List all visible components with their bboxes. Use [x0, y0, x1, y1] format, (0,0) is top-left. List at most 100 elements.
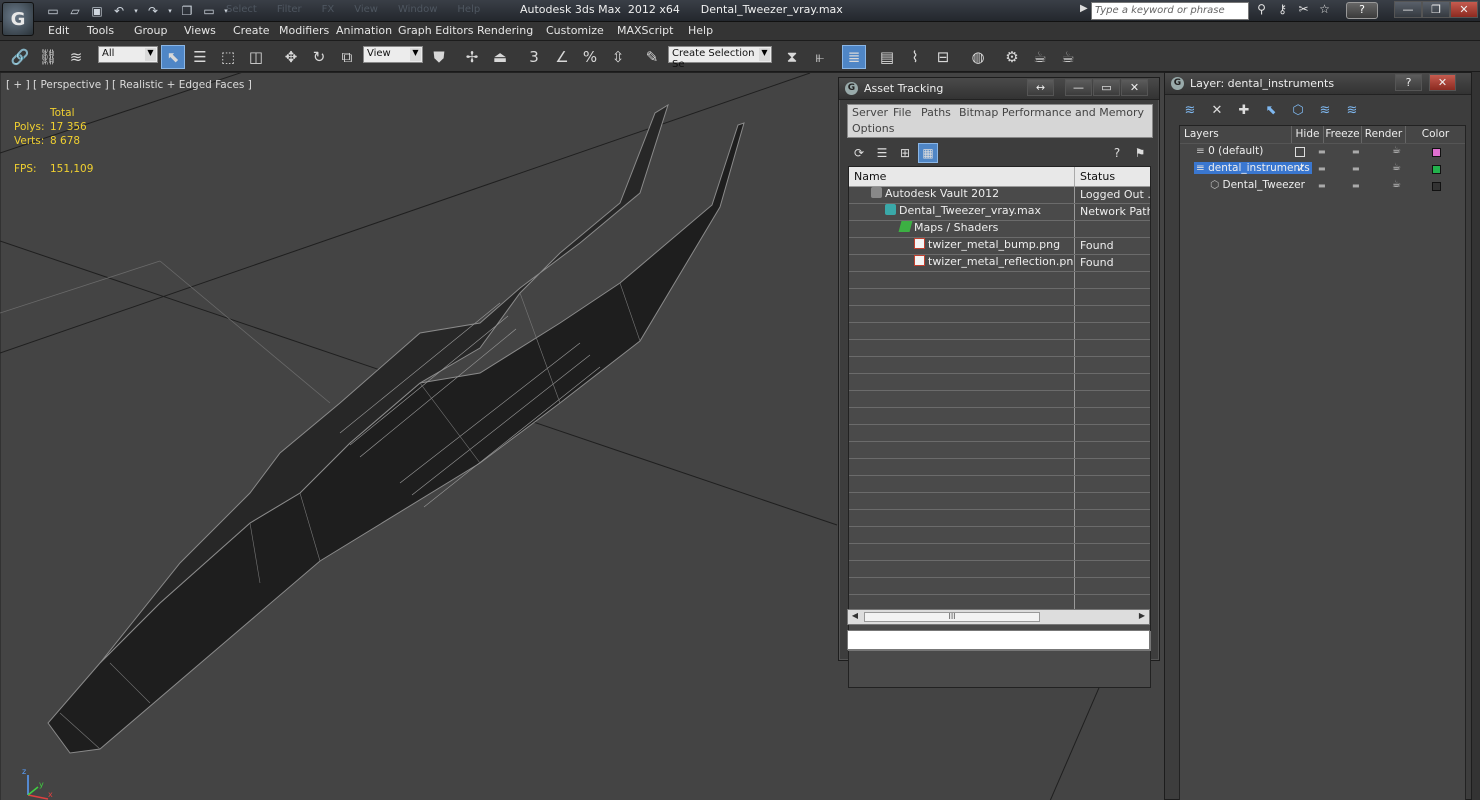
highlight-selected-icon[interactable]: ⬡ [1287, 99, 1309, 121]
material-editor-icon[interactable]: ◍ [966, 45, 990, 69]
pivot-center-icon[interactable]: ⛊ [427, 45, 451, 69]
column-header-color[interactable]: Color [1406, 126, 1465, 143]
column-header-name[interactable]: Name [849, 167, 1075, 186]
menu-tools[interactable]: Tools [87, 24, 114, 37]
rendered-frame-window-icon[interactable]: ☕ [1028, 45, 1052, 69]
freeze-toggle-icon[interactable]: ▬ [1352, 164, 1360, 173]
asset-path-field-bottom[interactable] [847, 630, 1150, 650]
table-row[interactable]: twizer_metal_bump.png Found [849, 238, 1150, 255]
column-header-layers[interactable]: Layers [1180, 126, 1292, 143]
hide-toggle-icon[interactable]: ▬ [1318, 181, 1326, 190]
table-row[interactable]: Autodesk Vault 2012 Logged Out ... [849, 187, 1150, 204]
column-header-status[interactable]: Status [1075, 167, 1150, 186]
reference-coordinate-dropdown[interactable]: View ▼ [363, 46, 423, 63]
open-icon[interactable]: ▱ [66, 2, 84, 20]
layer-color-swatch[interactable] [1432, 182, 1441, 191]
redo-icon[interactable]: ↷ [144, 2, 162, 20]
create-layer-icon[interactable]: ≋ [1179, 99, 1201, 121]
menu-file[interactable]: File [893, 106, 911, 119]
close-icon[interactable]: ✕ [1121, 79, 1148, 96]
bind-space-warp-icon[interactable]: ≋ [64, 45, 88, 69]
render-teapot-icon[interactable]: ☕ [1392, 162, 1401, 173]
menu-create[interactable]: Create [233, 24, 270, 37]
layer-row[interactable]: ≡ 0 (default) ▬ ▬ ☕ [1180, 144, 1465, 161]
binoculars-icon[interactable]: ⚲ [1254, 2, 1269, 20]
help-icon[interactable]: ? [1395, 74, 1422, 91]
undo-dropdown-icon[interactable]: ▾ [132, 2, 140, 20]
help-icon[interactable]: ? [1107, 143, 1127, 163]
keyboard-shortcut-override-icon[interactable]: ⏏ [488, 45, 512, 69]
key-icon[interactable]: ⚷ [1275, 2, 1290, 20]
select-by-name-icon[interactable]: ☰ [188, 45, 212, 69]
layer-row[interactable]: ⬡ Dental_Tweezer ▬ ▬ ☕ [1180, 178, 1465, 195]
minimize-icon[interactable]: — [1065, 79, 1092, 96]
hide-toggle-icon[interactable]: ▬ [1318, 147, 1326, 156]
table-row[interactable]: Maps / Shaders [849, 221, 1150, 238]
current-layer-checkbox[interactable] [1295, 147, 1305, 157]
render-teapot-icon[interactable]: ☕ [1392, 145, 1401, 156]
rectangular-selection-icon[interactable]: ⬚ [216, 45, 240, 69]
hide-toggle-icon[interactable]: ▬ [1318, 164, 1326, 173]
percent-snap-icon[interactable]: % [578, 45, 602, 69]
viewport-label[interactable]: [ + ] [ Perspective ] [ Realistic + Edge… [6, 79, 252, 91]
column-header-hide[interactable]: Hide [1292, 126, 1324, 143]
menu-views[interactable]: Views [184, 24, 216, 37]
asset-tracking-titlebar[interactable]: G Asset Tracking ↔ — ▭ ✕ [839, 78, 1159, 100]
redo-dropdown-icon[interactable]: ▾ [166, 2, 174, 20]
hide-all-layers-icon[interactable]: ≋ [1314, 99, 1336, 121]
render-production-icon[interactable]: ☕ [1056, 45, 1080, 69]
layer-color-swatch[interactable] [1432, 148, 1441, 157]
scroll-thumb[interactable]: III [864, 612, 1040, 622]
info-center-toggle-icon[interactable]: ▶ [1080, 3, 1088, 14]
move-icon[interactable]: ✥ [279, 45, 303, 69]
unlink-icon[interactable]: ⛓ [36, 45, 60, 69]
graphite-tools-icon[interactable]: ▤ [875, 45, 899, 69]
help-button[interactable]: ? [1346, 2, 1378, 19]
mirror-icon[interactable]: ⧗ [780, 45, 804, 69]
layout-icon[interactable]: ▭ [200, 2, 218, 20]
menu-options[interactable]: Options [852, 122, 894, 135]
window-crossing-icon[interactable]: ◫ [244, 45, 268, 69]
rotate-icon[interactable]: ↻ [307, 45, 331, 69]
link-icon[interactable]: 🔗 [8, 45, 32, 69]
selection-filter-dropdown[interactable]: All ▼ [98, 46, 158, 63]
select-highlighted-icon[interactable]: ⬉ [1260, 99, 1282, 121]
schematic-view-icon[interactable]: ⊟ [931, 45, 955, 69]
star-icon[interactable]: ☆ [1317, 2, 1332, 20]
close-icon[interactable]: ✕ [1429, 74, 1456, 91]
menu-customize[interactable]: Customize [546, 24, 604, 37]
scroll-right-icon[interactable]: ▶ [1136, 611, 1148, 623]
table-row[interactable]: Dental_Tweezer_vray.max Network Path [849, 204, 1150, 221]
menu-group[interactable]: Group [134, 24, 168, 37]
undo-icon[interactable]: ↶ [110, 2, 128, 20]
project-icon[interactable]: ❐ [178, 2, 196, 20]
freeze-toggle-icon[interactable]: ▬ [1352, 147, 1360, 156]
context-help-icon[interactable]: ⚑ [1130, 143, 1150, 163]
menu-bitmap-performance[interactable]: Bitmap Performance and Memory [959, 106, 1144, 119]
delete-layer-icon[interactable]: ✕ [1206, 99, 1228, 121]
table-view-icon[interactable]: ▦ [918, 143, 938, 163]
menu-animation[interactable]: Animation [336, 24, 392, 37]
freeze-toggle-icon[interactable]: ▬ [1352, 181, 1360, 190]
edit-named-selection-icon[interactable]: ✎ [640, 45, 664, 69]
select-object-icon[interactable]: ⬉ [161, 45, 185, 69]
curve-editor-icon[interactable]: ⌇ [903, 45, 927, 69]
menu-server[interactable]: Server [852, 106, 888, 119]
freeze-all-layers-icon[interactable]: ≋ [1341, 99, 1363, 121]
layer-manager-icon[interactable]: ≣ [842, 45, 866, 69]
menu-graph-editors[interactable]: Graph Editors [398, 24, 474, 37]
refresh-icon[interactable]: ⟳ [849, 143, 869, 163]
thumbnail-view-icon[interactable]: ⊞ [895, 143, 915, 163]
render-setup-icon[interactable]: ⚙ [1000, 45, 1024, 69]
dock-toggle-icon[interactable]: ↔ [1027, 79, 1054, 96]
angle-snap-icon[interactable]: ∠ [550, 45, 574, 69]
maximize-icon[interactable]: ▭ [1093, 79, 1120, 96]
column-header-render[interactable]: Render [1362, 126, 1406, 143]
menu-paths[interactable]: Paths [921, 106, 951, 119]
maximize-icon[interactable]: ❐ [1422, 1, 1450, 18]
render-teapot-icon[interactable]: ☕ [1392, 179, 1401, 190]
table-row[interactable]: twizer_metal_reflection.png Found [849, 255, 1150, 272]
scale-icon[interactable]: ⧉ [335, 45, 359, 69]
tools-icon[interactable]: ✂ [1296, 2, 1311, 20]
menu-edit[interactable]: Edit [48, 24, 69, 37]
